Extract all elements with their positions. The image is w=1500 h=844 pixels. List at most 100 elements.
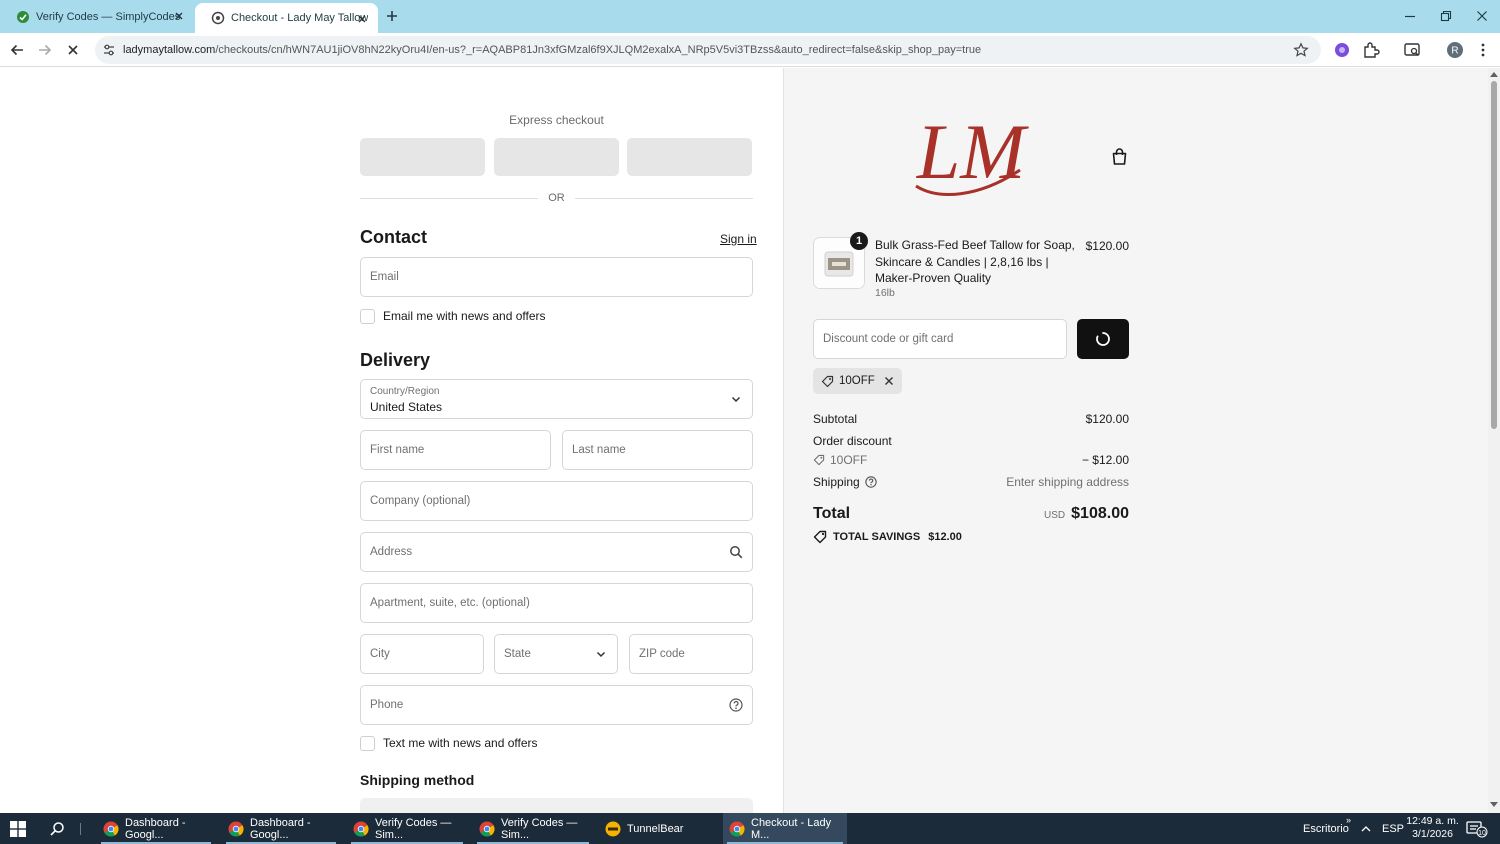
express-pay-button-2[interactable]	[494, 138, 619, 176]
scroll-up-icon[interactable]	[1490, 71, 1498, 77]
page-scrollbar[interactable]	[1488, 68, 1500, 813]
language-indicator[interactable]: ESP	[1382, 813, 1404, 844]
url-path: /checkouts/cn/hWN7AU1jiOV8hN22kyOru4I/en…	[215, 44, 982, 56]
tag-icon	[813, 530, 827, 544]
country-label: Country/Region	[370, 386, 440, 397]
first-name-placeholder: First name	[370, 444, 425, 456]
taskbar-app-chrome-3[interactable]: Verify Codes — Sim...	[347, 813, 467, 844]
extensions-puzzle-icon[interactable]	[1362, 41, 1380, 59]
last-name-field[interactable]: Last name	[562, 430, 753, 470]
applied-code: 10OFF	[839, 375, 875, 387]
notification-center-icon[interactable]: 10	[1466, 820, 1488, 838]
chrome-icon	[353, 821, 369, 837]
country-value: United States	[370, 400, 443, 414]
savings-label: TOTAL SAVINGS	[833, 531, 921, 543]
discount-placeholder: Discount code or gift card	[823, 333, 954, 345]
stop-loading-icon[interactable]	[64, 41, 82, 59]
shipping-method-placeholder	[360, 798, 753, 813]
clock-date: 3/1/2026	[1412, 828, 1453, 840]
tab-search-icon[interactable]	[1403, 41, 1421, 59]
new-tab-icon[interactable]	[384, 8, 400, 24]
zip-field[interactable]: ZIP code	[629, 634, 753, 674]
taskbar-app-label: Dashboard - Googl...	[250, 816, 311, 841]
site-info-icon[interactable]	[102, 43, 116, 57]
email-news-row[interactable]: Email me with news and offers	[360, 308, 546, 324]
help-circle-icon[interactable]	[865, 476, 877, 488]
extension-icon[interactable]	[1333, 41, 1351, 59]
tab-checkout[interactable]: Checkout - Lady May Tallow	[195, 3, 378, 33]
discount-code-field[interactable]: Discount code or gift card	[813, 319, 1067, 359]
express-pay-button-3[interactable]	[627, 138, 752, 176]
forward-icon[interactable]	[36, 41, 54, 59]
profile-initial: R	[1451, 46, 1458, 57]
lady-may-tallow-logo[interactable]: LM	[908, 108, 1034, 203]
profile-avatar[interactable]: R	[1446, 41, 1464, 59]
chrome-icon	[479, 821, 495, 837]
sign-in-link[interactable]: Sign in	[720, 232, 757, 246]
address-placeholder: Address	[370, 546, 413, 558]
close-tab-icon[interactable]	[173, 10, 185, 22]
divider-line	[575, 198, 753, 199]
shopping-bag-icon[interactable]	[1110, 147, 1129, 166]
help-circle-icon[interactable]	[729, 698, 743, 712]
shipping-row: Shipping Enter shipping address	[813, 475, 1129, 491]
search-icon	[729, 545, 743, 559]
browser-tab-strip: Verify Codes — SimplyCodes Checkout - La…	[0, 0, 1500, 33]
address-field[interactable]: Address	[360, 532, 753, 572]
shipping-label: Shipping	[813, 475, 860, 489]
text-news-checkbox[interactable]	[360, 735, 375, 751]
applied-discount-chip: 10OFF	[813, 368, 902, 394]
city-field[interactable]: City	[360, 634, 484, 674]
taskbar-app-chrome-1[interactable]: Dashboard - Googl...	[97, 813, 215, 844]
address-bar[interactable]: ladymaytallow.com/checkouts/cn/hWN7AU1ji…	[95, 36, 1321, 64]
close-tab-icon[interactable]	[356, 13, 368, 25]
email-field[interactable]: Email	[360, 257, 753, 297]
remove-discount-icon[interactable]	[884, 376, 894, 386]
text-news-label: Text me with news and offers	[383, 736, 538, 750]
taskbar-app-chrome-active[interactable]: Checkout - Lady M...	[723, 813, 847, 844]
or-divider: OR	[360, 191, 753, 205]
tag-icon	[813, 454, 825, 466]
simplycodes-icon	[16, 10, 30, 24]
taskbar-app-chrome-4[interactable]: Verify Codes — Sim...	[473, 813, 593, 844]
tab-simplycodes[interactable]: Verify Codes — SimplyCodes	[0, 0, 195, 33]
system-clock[interactable]: 12:49 a. m. 3/1/2026	[1405, 815, 1460, 841]
product-variant: 16lb	[875, 287, 895, 299]
minimize-icon[interactable]	[1402, 8, 1418, 24]
first-name-field[interactable]: First name	[360, 430, 551, 470]
browser-toolbar: ladymaytallow.com/checkouts/cn/hWN7AU1ji…	[0, 33, 1500, 67]
phone-field[interactable]: Phone	[360, 685, 753, 725]
tray-chevron-up-icon[interactable]	[1360, 813, 1372, 844]
company-placeholder: Company (optional)	[370, 495, 471, 507]
express-pay-button-1[interactable]	[360, 138, 485, 176]
apply-discount-button[interactable]	[1077, 319, 1129, 359]
taskbar-search-icon[interactable]	[49, 821, 65, 837]
apartment-field[interactable]: Apartment, suite, etc. (optional)	[360, 583, 753, 623]
desktop-toolbar-label[interactable]: Escritorio	[1303, 813, 1349, 844]
toolbar-expand-icon[interactable]: »	[1346, 804, 1351, 835]
discount-amount: − $12.00	[1081, 453, 1129, 467]
zip-placeholder: ZIP code	[639, 648, 685, 660]
delivery-heading: Delivery	[360, 350, 431, 370]
taskbar-app-tunnelbear[interactable]: TunnelBear	[599, 813, 717, 844]
text-news-row[interactable]: Text me with news and offers	[360, 735, 538, 751]
email-news-checkbox[interactable]	[360, 308, 375, 324]
scroll-down-icon[interactable]	[1490, 802, 1498, 808]
browser-menu-icon[interactable]	[1474, 41, 1492, 59]
chevron-down-icon	[729, 392, 743, 406]
back-icon[interactable]	[8, 41, 26, 59]
scrollbar-thumb[interactable]	[1491, 81, 1497, 429]
restore-icon[interactable]	[1438, 8, 1454, 24]
country-select[interactable]: Country/Region United States	[360, 379, 753, 419]
bookmark-star-icon[interactable]	[1293, 42, 1309, 58]
windows-start-icon[interactable]	[10, 821, 26, 837]
url-host: ladymaytallow.com	[123, 44, 216, 56]
subtotal-value: $120.00	[1085, 412, 1129, 426]
discount-code-row: 10OFF − $12.00	[813, 453, 1129, 469]
state-select[interactable]: State	[494, 634, 618, 674]
close-window-icon[interactable]	[1474, 8, 1490, 24]
company-field[interactable]: Company (optional)	[360, 481, 753, 521]
contact-heading: Contact	[360, 227, 427, 247]
subtotal-label: Subtotal	[813, 412, 858, 426]
taskbar-app-chrome-2[interactable]: Dashboard - Googl...	[222, 813, 340, 844]
